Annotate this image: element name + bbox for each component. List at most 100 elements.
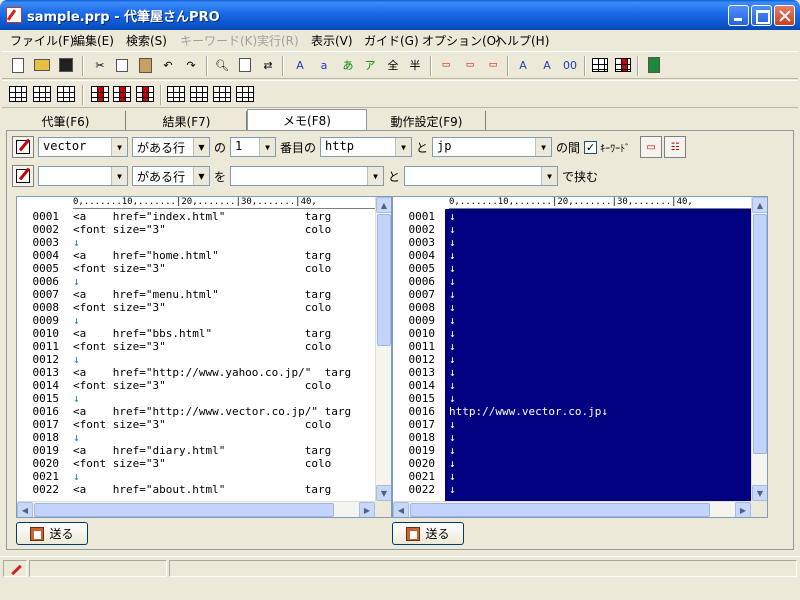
- grid-red-2-icon[interactable]: [112, 84, 132, 104]
- memo-edit-button[interactable]: [12, 136, 34, 158]
- menu-keyword[interactable]: キーワード(K): [180, 32, 257, 49]
- menu-edit[interactable]: 編集(E): [73, 32, 114, 49]
- scroll-left-icon[interactable]: ◀: [393, 502, 409, 517]
- text-line[interactable]: ↓: [449, 327, 751, 340]
- grid-layout-1-icon[interactable]: [8, 84, 28, 104]
- text-line[interactable]: ↓: [449, 288, 751, 301]
- katakana-icon[interactable]: ア: [360, 55, 380, 75]
- find-next-icon[interactable]: [235, 55, 255, 75]
- scroll-thumb[interactable]: [753, 214, 767, 454]
- title-bar[interactable]: sample.prp - 代筆屋さんPRO: [0, 0, 800, 30]
- scroll-right-icon[interactable]: ▶: [359, 502, 375, 517]
- condition-combo[interactable]: がある行 ▼: [132, 137, 210, 157]
- book-icon[interactable]: [644, 55, 664, 75]
- text-line[interactable]: ↓: [449, 483, 751, 496]
- menu-options[interactable]: オプション(O): [422, 32, 501, 49]
- insert-tag-icon[interactable]: ▭: [436, 55, 456, 75]
- zero-pad-icon[interactable]: 00: [560, 55, 580, 75]
- text-line[interactable]: ↓: [449, 301, 751, 314]
- close-button[interactable]: [774, 5, 795, 26]
- tab-daihitsu[interactable]: 代筆(F6): [6, 111, 126, 131]
- fullwidth-icon[interactable]: 全: [383, 55, 403, 75]
- text-line[interactable]: ↓: [449, 353, 751, 366]
- chevron-down-icon[interactable]: ▼: [193, 138, 209, 156]
- halfwidth-icon[interactable]: 半: [405, 55, 425, 75]
- text-line[interactable]: ↓: [73, 275, 375, 288]
- text-line[interactable]: ↓: [73, 314, 375, 327]
- send-left-button[interactable]: 送る: [16, 522, 88, 545]
- chevron-down-icon[interactable]: ▼: [259, 138, 276, 156]
- text-line[interactable]: <font size="3" colo: [73, 418, 375, 431]
- scroll-thumb[interactable]: [377, 214, 391, 346]
- spacing-a2-icon[interactable]: A: [537, 55, 557, 75]
- left-editor[interactable]: 0,.......10,.......|20,.......|30,......…: [16, 196, 392, 518]
- text-line[interactable]: <font size="3" colo: [73, 379, 375, 392]
- from-combo[interactable]: http ▼: [320, 137, 413, 157]
- grid-plain-2-icon[interactable]: [189, 84, 209, 104]
- keyword-combo[interactable]: vector ▼: [38, 137, 128, 157]
- text-line[interactable]: <a href="index.html" targ: [73, 210, 375, 223]
- horizontal-scrollbar[interactable]: ◀ ▶: [17, 501, 375, 517]
- app-icon[interactable]: [6, 7, 22, 23]
- insert-tag3-icon[interactable]: ▭: [483, 55, 503, 75]
- grid-plain-1-icon[interactable]: [166, 84, 186, 104]
- grid-layout-3-icon[interactable]: [56, 84, 76, 104]
- text-line[interactable]: <a href="home.html" targ: [73, 249, 375, 262]
- save-disk-icon[interactable]: [56, 55, 76, 75]
- redo-icon[interactable]: ↷: [181, 55, 201, 75]
- text-line[interactable]: <font size="3" colo: [73, 223, 375, 236]
- editor-text[interactable]: ↓ ↓ ↓ ↓ ↓ ↓ ↓ ↓ ↓ ↓ ↓ ↓ ↓ ↓ ↓ http://www.vector.co.jp↓ ↓…: [445, 209, 751, 501]
- text-line[interactable]: http://www.vector.co.jp↓: [449, 405, 751, 418]
- horizontal-scrollbar[interactable]: ◀ ▶: [393, 501, 751, 517]
- cut-icon[interactable]: ✂: [90, 55, 110, 75]
- text-line[interactable]: ↓: [73, 236, 375, 249]
- scroll-up-icon[interactable]: ▲: [376, 197, 391, 213]
- insert-tag2-icon[interactable]: ▭: [460, 55, 480, 75]
- text-line[interactable]: <font size="3" colo: [73, 340, 375, 353]
- extract-options-button[interactable]: ☷: [664, 136, 687, 158]
- text-line[interactable]: <a href="bbs.html" targ: [73, 327, 375, 340]
- to-combo[interactable]: jp ▼: [432, 137, 553, 157]
- replace-icon[interactable]: ⇄: [258, 55, 278, 75]
- memo-edit2-button[interactable]: [12, 165, 34, 187]
- text-line[interactable]: ↓: [449, 366, 751, 379]
- chevron-down-icon[interactable]: ▼: [193, 167, 209, 185]
- keyword-checkbox[interactable]: ✓: [584, 140, 598, 154]
- grid-red-3-icon[interactable]: [135, 84, 155, 104]
- scroll-up-icon[interactable]: ▲: [752, 197, 767, 213]
- text-line[interactable]: ↓: [449, 379, 751, 392]
- text-line[interactable]: ↓: [449, 236, 751, 249]
- text-line[interactable]: ↓: [449, 275, 751, 288]
- chevron-down-icon[interactable]: ▼: [111, 138, 127, 156]
- text-line[interactable]: ↓: [73, 392, 375, 405]
- scroll-right-icon[interactable]: ▶: [735, 502, 751, 517]
- copy-icon[interactable]: [112, 55, 132, 75]
- uppercase-a-icon[interactable]: A: [290, 55, 310, 75]
- text-line[interactable]: ↓: [449, 392, 751, 405]
- text-line[interactable]: ↓: [73, 431, 375, 444]
- vertical-scrollbar[interactable]: ▲ ▼: [375, 197, 391, 501]
- add-row-icon[interactable]: [590, 55, 610, 75]
- text-line[interactable]: <font size="3" colo: [73, 301, 375, 314]
- chevron-down-icon[interactable]: ▼: [535, 138, 552, 156]
- extract-tag-button[interactable]: ▭: [640, 136, 663, 158]
- chevron-down-icon[interactable]: ▼: [111, 167, 127, 185]
- index-combo[interactable]: 1 ▼: [230, 137, 277, 157]
- scroll-thumb[interactable]: [410, 503, 710, 517]
- text-line[interactable]: ↓: [73, 353, 375, 366]
- text-line[interactable]: ↓: [449, 314, 751, 327]
- minimize-button[interactable]: [728, 5, 749, 26]
- chevron-down-icon[interactable]: ▼: [395, 138, 412, 156]
- grid-red-1-icon[interactable]: [90, 84, 110, 104]
- hiragana-icon[interactable]: あ: [338, 55, 358, 75]
- tab-settings[interactable]: 動作設定(F9): [368, 111, 486, 131]
- editor-text[interactable]: <a href="index.html" targ <font size="3" …: [69, 209, 375, 501]
- text-line[interactable]: ↓: [449, 223, 751, 236]
- tab-memo[interactable]: メモ(F8): [247, 109, 367, 132]
- text-line[interactable]: <a href="http://www.vector.co.jp/" targ: [73, 405, 375, 418]
- table-icon[interactable]: [613, 55, 633, 75]
- scroll-left-icon[interactable]: ◀: [17, 502, 33, 517]
- chevron-down-icon[interactable]: ▼: [367, 167, 384, 185]
- text-line[interactable]: <font size="3" colo: [73, 457, 375, 470]
- scroll-down-icon[interactable]: ▼: [376, 485, 391, 501]
